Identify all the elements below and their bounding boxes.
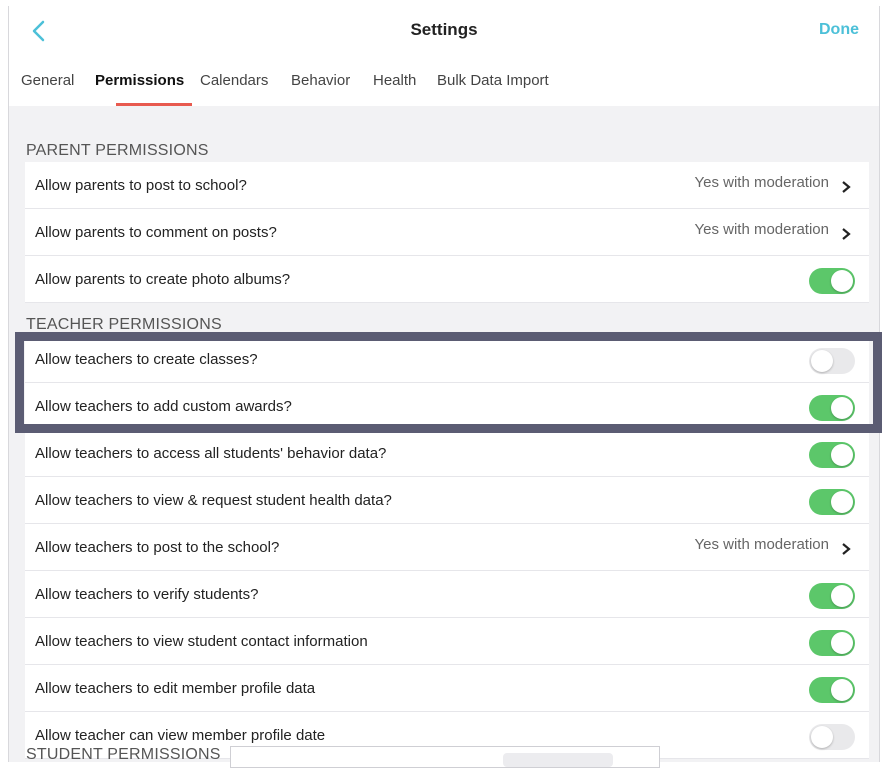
toggle-knob <box>831 491 853 513</box>
chevron-right-icon <box>842 228 851 240</box>
row-label: Allow teacher can view member profile da… <box>35 727 326 744</box>
tab-health[interactable]: Health <box>373 72 416 89</box>
row-label: Allow teachers to access all students' b… <box>35 445 387 462</box>
tab-behavior[interactable]: Behavior <box>291 72 350 89</box>
row-label: Allow teachers to view & request student… <box>35 492 392 509</box>
popup-bar <box>503 753 613 767</box>
toggle-knob <box>811 350 833 372</box>
tab-calendars[interactable]: Calendars <box>200 72 268 89</box>
row-label: Allow teachers to post to the school? <box>35 539 280 556</box>
toggle-switch[interactable] <box>809 489 855 515</box>
toggle-knob <box>831 397 853 419</box>
row-teachers-post-to-school[interactable]: Allow teachers to post to the school? Ye… <box>25 524 869 571</box>
toggle-switch[interactable] <box>809 630 855 656</box>
row-teachers-edit-member-profile: Allow teachers to edit member profile da… <box>25 665 869 712</box>
row-teachers-access-behavior-data: Allow teachers to access all students' b… <box>25 430 869 477</box>
toggle-switch[interactable] <box>809 268 855 294</box>
toggle-switch[interactable] <box>809 724 855 750</box>
done-button[interactable]: Done <box>819 21 859 39</box>
row-value: Yes with moderation <box>694 536 829 553</box>
toggle-switch[interactable] <box>809 583 855 609</box>
toggle-switch[interactable] <box>809 442 855 468</box>
section-header-student-permissions: STUDENT PERMISSIONS <box>26 746 221 762</box>
toggle-knob <box>831 585 853 607</box>
row-value: Yes with moderation <box>694 221 829 238</box>
toggle-knob <box>831 632 853 654</box>
bottom-popup <box>230 746 660 768</box>
toggle-knob <box>831 679 853 701</box>
toggle-knob <box>831 444 853 466</box>
tab-permissions[interactable]: Permissions <box>95 72 184 89</box>
row-teachers-create-classes: Allow teachers to create classes? <box>25 336 869 383</box>
toggle-switch[interactable] <box>809 395 855 421</box>
tab-bulk-data-import[interactable]: Bulk Data Import <box>437 72 549 89</box>
settings-window: Settings Done General Permissions Calend… <box>8 6 880 762</box>
navigation-bar: Settings Done <box>9 6 879 57</box>
row-label: Allow teachers to verify students? <box>35 586 259 603</box>
row-label: Allow teachers to create classes? <box>35 351 258 368</box>
tab-bar: General Permissions Calendars Behavior H… <box>9 56 879 106</box>
tab-general[interactable]: General <box>21 72 74 89</box>
row-teachers-view-health-data: Allow teachers to view & request student… <box>25 477 869 524</box>
row-label: Allow parents to post to school? <box>35 177 247 194</box>
row-value: Yes with moderation <box>694 174 829 191</box>
row-parents-comment-on-posts[interactable]: Allow parents to comment on posts? Yes w… <box>25 209 869 256</box>
row-parents-post-to-school[interactable]: Allow parents to post to school? Yes wit… <box>25 162 869 209</box>
section-header-parent-permissions: PARENT PERMISSIONS <box>26 142 209 159</box>
page-title: Settings <box>410 20 478 39</box>
chevron-right-icon <box>842 543 851 555</box>
toggle-knob <box>831 270 853 292</box>
row-label: Allow parents to create photo albums? <box>35 271 291 288</box>
toggle-switch[interactable] <box>809 348 855 374</box>
active-tab-indicator <box>116 103 192 106</box>
row-label: Allow teachers to edit member profile da… <box>35 680 316 697</box>
row-parents-create-photo-albums: Allow parents to create photo albums? <box>25 256 869 303</box>
toggle-knob <box>811 726 833 748</box>
row-label: Allow teachers to view student contact i… <box>35 633 368 650</box>
row-teachers-view-contact-info: Allow teachers to view student contact i… <box>25 618 869 665</box>
row-teachers-verify-students: Allow teachers to verify students? <box>25 571 869 618</box>
row-label: Allow teachers to add custom awards? <box>35 398 292 415</box>
toggle-switch[interactable] <box>809 677 855 703</box>
row-teachers-add-custom-awards: Allow teachers to add custom awards? <box>25 383 869 430</box>
section-header-teacher-permissions: TEACHER PERMISSIONS <box>26 316 222 333</box>
row-label: Allow parents to comment on posts? <box>35 224 277 241</box>
chevron-right-icon <box>842 181 851 193</box>
